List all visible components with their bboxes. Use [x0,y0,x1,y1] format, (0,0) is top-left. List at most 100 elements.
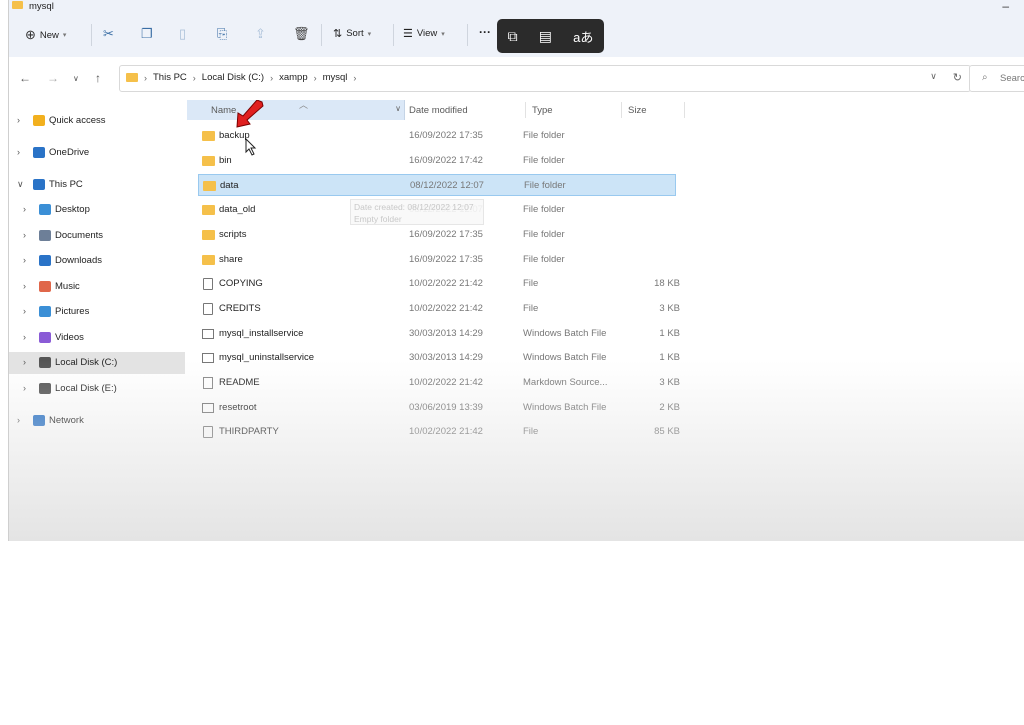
view-button[interactable]: ☰ View ▾ [403,27,445,40]
trash-icon[interactable]: 🗑 [293,26,310,42]
more-options-button[interactable]: ··· [479,25,491,39]
chevron-right-icon[interactable]: › [23,383,26,393]
table-row[interactable]: mysql_uninstallservice 30/03/2013 14:29 Wi… [198,347,680,369]
column-header-date[interactable]: Date modified [409,100,468,120]
quick-actions-popup: ⧉ ▤ aあ [497,19,604,53]
file-type: File folder [524,180,566,192]
file-name: mysql_installservice [219,327,304,339]
chevron-right-icon: › [313,72,317,83]
chevron-right-icon: › [192,72,196,83]
monitor-icon [33,179,45,190]
tooltip-date-created: Date created: 08/12/2022 12:07 [354,202,474,212]
table-row[interactable]: resetroot 03/06/2019 13:39 Windows Batch F… [198,397,680,419]
paste-icon[interactable]: ▯ [179,26,186,42]
sidebar-item-label: Downloads [55,255,102,266]
folder-icon [202,229,215,240]
refresh-icon[interactable]: ↻ [953,71,962,84]
sidebar-item-documents[interactable]: › Documents [9,225,185,247]
sidebar-item-desktop[interactable]: › Desktop [9,199,185,221]
sidebar-item-network[interactable]: › Network [9,410,185,432]
star-icon [33,115,45,126]
sidebar-item-label: Pictures [55,306,90,317]
chevron-right-icon[interactable]: › [23,306,26,316]
column-header-type[interactable]: Type [532,100,553,120]
toolbar-divider [91,24,92,46]
toolbar-divider [321,24,322,46]
column-header-name[interactable]: Name ︿ ∨ [187,100,405,120]
address-bar[interactable]: › This PC › Local Disk (C:) › xampp › my… [119,65,971,92]
table-row[interactable]: CREDITS 10/02/2022 21:42 File 3 KB [198,298,680,320]
chevron-right-icon[interactable]: › [17,147,20,157]
new-button[interactable]: ⊕ New ▾ [25,27,66,43]
breadcrumb-xampp[interactable]: xampp [279,72,308,83]
chevron-right-icon[interactable]: › [23,332,26,342]
chevron-right-icon[interactable]: › [23,357,26,367]
forward-arrow-icon[interactable]: → [47,71,59,85]
sort-button[interactable]: ⇅ Sort ▾ [333,27,371,40]
cut-icon[interactable]: ✂ [103,26,114,42]
network-icon [33,415,45,426]
table-row[interactable]: data 08/12/2022 12:07 File folder [198,174,676,197]
breadcrumb-mysql[interactable]: mysql [323,72,348,83]
chevron-down-icon[interactable]: ∨ [17,179,24,190]
recent-locations-chevron-icon[interactable]: ∨ [73,74,79,83]
sidebar-item-label: This PC [49,179,83,190]
text-extract-icon[interactable]: ▤ [539,28,552,45]
table-row[interactable]: THIRDPARTY 10/02/2022 21:42 File 85 KB [198,421,680,443]
sidebar-item-label: Documents [55,230,104,241]
sidebar-item-music[interactable]: › Music [9,276,185,298]
file-type: File folder [523,204,565,216]
minimize-button[interactable]: – [1002,0,1009,13]
copy-icon[interactable]: ❐ [141,26,153,42]
file-date: 30/03/2013 14:29 [409,327,483,339]
sidebar-item-pictures[interactable]: › Pictures [9,301,185,323]
crop-icon[interactable]: ⧉ [508,28,518,45]
table-row[interactable]: share 16/09/2022 17:35 File folder [198,249,676,271]
sidebar-item-local-disk-e[interactable]: › Local Disk (E:) [9,378,185,400]
search-box[interactable]: ⌕ Searc [969,65,1024,92]
file-size: 18 KB [654,278,680,290]
table-row[interactable]: bin 16/09/2022 17:42 File folder [198,150,676,172]
file-type: File [523,302,539,314]
address-actions: ∨ ↻ [930,71,962,84]
sidebar-item-onedrive[interactable]: › OneDrive [9,142,185,164]
toolbar-divider [393,24,394,46]
chevron-right-icon[interactable]: › [17,115,20,125]
up-arrow-icon[interactable]: ↑ [95,71,101,85]
breadcrumb-this-pc[interactable]: This PC [153,72,187,83]
column-divider [621,102,622,118]
sidebar-item-downloads[interactable]: › Downloads [9,250,185,272]
download-icon [39,255,51,266]
sort-icon: ⇅ [333,28,343,40]
tooltip-empty-folder: Empty folder [354,214,402,224]
share-icon[interactable]: ⇪ [255,26,266,42]
column-header-size[interactable]: Size [628,100,646,120]
table-row[interactable]: scripts 16/09/2022 17:35 File folder [198,224,676,246]
file-date: 30/03/2013 14:29 [409,352,483,364]
sidebar-item-label: Local Disk (C:) [55,357,118,368]
breadcrumb-local-disk-c[interactable]: Local Disk (C:) [202,72,264,83]
sidebar-item-this-pc[interactable]: ∨ This PC [9,174,185,196]
document-icon [39,230,51,241]
folder-icon [202,155,215,166]
chevron-down-icon: ▾ [367,30,372,38]
drive-icon [39,357,51,368]
table-row[interactable]: COPYING 10/02/2022 21:42 File 18 KB [198,273,680,295]
back-arrow-icon[interactable]: ← [19,71,31,85]
sidebar-item-local-disk-c[interactable]: › Local Disk (C:) [9,352,185,374]
chevron-right-icon[interactable]: › [23,281,26,291]
rename-icon[interactable]: ⎘ [217,26,227,42]
translate-icon[interactable]: aあ [573,27,593,46]
chevron-down-icon[interactable]: ∨ [930,71,937,84]
view-label: View [416,28,438,39]
chevron-right-icon[interactable]: › [23,230,26,240]
table-row[interactable]: mysql_installservice 30/03/2013 14:29 Wind… [198,323,680,345]
table-row[interactable]: backup 16/09/2022 17:35 File folder [198,125,676,147]
sidebar-item-videos[interactable]: › Videos [9,327,185,349]
file-name: mysql_uninstallservice [219,352,315,364]
chevron-right-icon[interactable]: › [23,255,26,265]
table-row[interactable]: README 10/02/2022 21:42 Markdown Source...… [198,372,680,394]
sidebar-item-quick-access[interactable]: › Quick access [9,110,185,132]
chevron-right-icon[interactable]: › [17,415,20,425]
chevron-right-icon[interactable]: › [23,204,26,214]
